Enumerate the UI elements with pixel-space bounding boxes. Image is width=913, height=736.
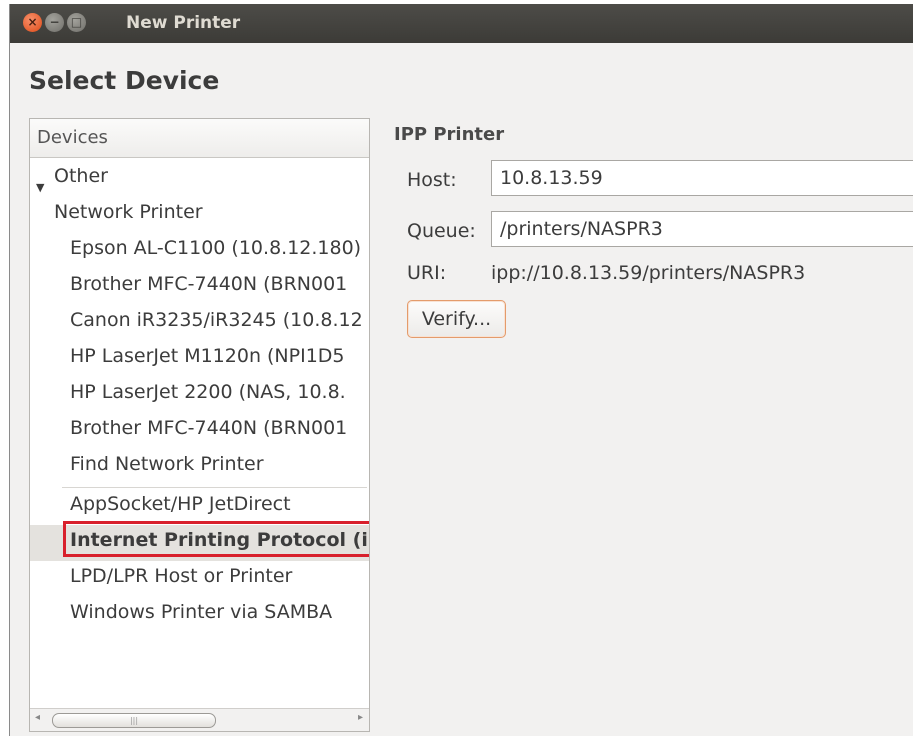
- devices-column-header[interactable]: Devices: [30, 119, 369, 158]
- device-item-brother-2[interactable]: Brother MFC-7440N (BRN001: [70, 417, 347, 439]
- device-item-epson[interactable]: Epson AL-C1100 (10.8.12.180): [70, 237, 361, 259]
- queue-input[interactable]: [491, 211, 913, 247]
- queue-label: Queue:: [407, 220, 476, 242]
- list-separator: [62, 487, 367, 488]
- scrollbar-thumb[interactable]: |||: [52, 713, 216, 728]
- device-item-canon[interactable]: Canon iR3235/iR3245 (10.8.12: [70, 309, 363, 331]
- device-item-find-network-printer[interactable]: Find Network Printer: [70, 453, 264, 475]
- title-bar: × − □ New Printer: [10, 4, 913, 43]
- devices-list[interactable]: Devices Other ▼ Network Printer Epson AL…: [29, 118, 370, 732]
- expander-arrow-icon[interactable]: ▼: [36, 181, 44, 194]
- verify-button[interactable]: Verify...: [407, 300, 506, 338]
- selection-annotation-box: [63, 521, 369, 557]
- page-title: Select Device: [29, 66, 220, 95]
- host-input[interactable]: [491, 160, 913, 196]
- scroll-right-icon[interactable]: ▸: [358, 712, 363, 723]
- host-label: Host:: [407, 169, 457, 191]
- minimize-window-icon[interactable]: −: [45, 13, 64, 32]
- device-item-network-printer[interactable]: Network Printer: [54, 201, 203, 223]
- uri-label: URI:: [407, 262, 447, 284]
- uri-value: ipp://10.8.13.59/printers/NASPR3: [491, 262, 806, 284]
- device-item-hp-2200[interactable]: HP LaserJet 2200 (NAS, 10.8.: [70, 381, 346, 403]
- horizontal-scrollbar[interactable]: ◂ ||| ▸: [30, 708, 369, 731]
- device-item-samba[interactable]: Windows Printer via SAMBA: [70, 601, 332, 623]
- close-window-icon[interactable]: ×: [23, 13, 42, 32]
- device-item-brother-1[interactable]: Brother MFC-7440N (BRN001: [70, 273, 347, 295]
- device-item-hp-m1120n[interactable]: HP LaserJet M1120n (NPI1D5: [70, 345, 345, 367]
- maximize-window-icon[interactable]: □: [67, 13, 86, 32]
- scroll-left-icon[interactable]: ◂: [35, 712, 40, 723]
- window-title: New Printer: [126, 13, 241, 33]
- device-item-other[interactable]: Other: [54, 165, 108, 187]
- new-printer-window: × − □ New Printer Select Device Devices …: [9, 4, 913, 736]
- ipp-printer-section-title: IPP Printer: [394, 124, 505, 145]
- device-item-lpd-lpr[interactable]: LPD/LPR Host or Printer: [70, 565, 292, 587]
- device-item-appsocket[interactable]: AppSocket/HP JetDirect: [70, 493, 291, 515]
